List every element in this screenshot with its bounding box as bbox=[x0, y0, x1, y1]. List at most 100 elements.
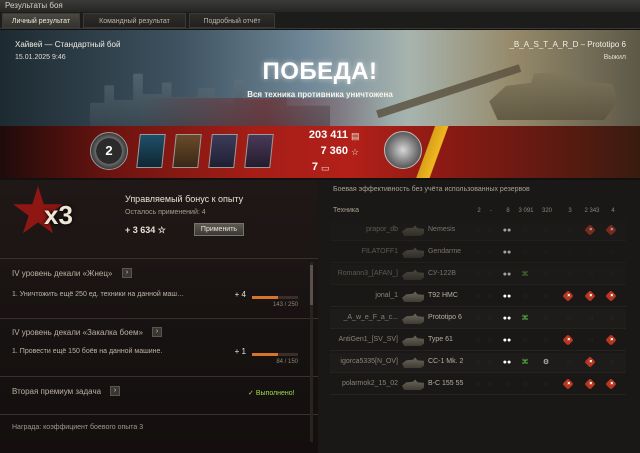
enemy-player-name: prapor_db bbox=[366, 226, 398, 233]
task-bonus: + 4 bbox=[234, 290, 246, 299]
damage-icon: ✦ bbox=[562, 290, 574, 302]
empty-stat-icon: ◌ bbox=[609, 359, 615, 366]
enemy-row[interactable]: _A_w_e_F_a_c... Prototipo 6 ◌ ◌ ●● ⌘ ◌ ◌ ◌ ◌ bbox=[330, 309, 626, 329]
empty-stat-icon: ◌ bbox=[609, 271, 615, 278]
empty-stat-icon: ◌ bbox=[487, 227, 493, 234]
empty-stat-icon: ◌ bbox=[475, 271, 481, 278]
spotted-icon: ●● bbox=[502, 337, 512, 344]
xp-star-icon: ☆ bbox=[351, 147, 360, 157]
hero-medal-icon[interactable] bbox=[136, 134, 166, 168]
task-progress-count: 143 / 250 bbox=[272, 302, 298, 308]
check-icon: ✓ bbox=[248, 390, 254, 397]
damage-icon: ✦ bbox=[562, 334, 574, 346]
enemy-player-name: FILATOFF1 bbox=[361, 248, 398, 255]
empty-stat-icon: ◌ bbox=[588, 315, 594, 322]
credits-icon: ▤ bbox=[351, 131, 360, 141]
efficiency-column-header: 3 091 bbox=[518, 208, 534, 214]
spotted-icon: ●● bbox=[502, 249, 512, 256]
enemy-row[interactable]: Romann3_[AFAN_] СУ-122В ◌ ◌ ●● ⌘ ◌ ◌ ◌ ◌ bbox=[330, 265, 626, 285]
damage-icon: ✦ bbox=[605, 378, 617, 390]
enemy-tank-name: Prototipo 6 bbox=[428, 314, 462, 321]
enemy-row[interactable]: polarmok2_15_02 B-C 155 55 ◌ ◌ ◌ ◌ ◌ ✦ ✦ ✦ bbox=[330, 375, 626, 395]
spotted-icon: ●● bbox=[502, 271, 512, 278]
empty-stat-icon: ◌ bbox=[543, 271, 549, 278]
task-details-button[interactable]: › bbox=[122, 268, 132, 278]
enemy-row[interactable]: AntiGen1_[SV_SV] Type 61 ◌ ◌ ●● ◌ ◌ ✦ ◌ ✦ bbox=[330, 331, 626, 351]
empty-stat-icon: ◌ bbox=[487, 359, 493, 366]
window-title: Результаты боя bbox=[0, 0, 640, 12]
damage-icon: ✦ bbox=[584, 356, 596, 368]
tank-icon bbox=[402, 225, 424, 236]
empty-stat-icon: ◌ bbox=[522, 227, 528, 234]
rank-badge[interactable]: 2 bbox=[90, 132, 128, 170]
track-assist-icon: ⚙ bbox=[542, 359, 550, 366]
empty-stat-icon: ◌ bbox=[475, 337, 481, 344]
survival-status: Выжил bbox=[603, 54, 626, 61]
empty-stat-icon: ◌ bbox=[475, 315, 481, 322]
empty-stat-icon: ◌ bbox=[475, 227, 481, 234]
empty-stat-icon: ◌ bbox=[522, 337, 528, 344]
crew-xp-earned: 7 bbox=[311, 161, 318, 173]
banner-glow bbox=[140, 98, 390, 126]
enemy-row[interactable]: FILATOFF1 Gendarme ◌ ◌ ●● ◌ ◌ ◌ ◌ ◌ bbox=[330, 243, 626, 263]
task-progress-fill bbox=[252, 353, 278, 356]
enemy-tank-name: Type 61 bbox=[428, 336, 453, 343]
tank-icon bbox=[402, 291, 424, 302]
enemy-row[interactable]: igorca5335[N_OV] CC-1 Mk. 2 ◌ ◌ ●● ⌘ ⚙ ◌ ✦ ◌ bbox=[330, 353, 626, 373]
victory-title: ПОБЕДА! bbox=[262, 58, 378, 85]
empty-stat-icon: ◌ bbox=[543, 293, 549, 300]
tab-team-result[interactable]: Командный результат bbox=[83, 13, 186, 28]
chevron-medal-icon[interactable] bbox=[208, 134, 238, 168]
assist-icon: ⌘ bbox=[521, 271, 529, 278]
sniper-medal-icon[interactable] bbox=[172, 134, 202, 168]
assist-icon: ⌘ bbox=[521, 315, 529, 322]
task-details-button[interactable]: › bbox=[152, 327, 162, 337]
scrollbar-thumb[interactable] bbox=[310, 265, 313, 305]
tab-personal-result[interactable]: Личный результат bbox=[2, 13, 80, 28]
efficiency-column-header: 4 bbox=[611, 208, 615, 214]
premium-task-details-button[interactable]: › bbox=[110, 386, 120, 396]
task-progress-fill bbox=[252, 296, 279, 299]
damage-icon: ✦ bbox=[605, 290, 617, 302]
empty-stat-icon: ◌ bbox=[522, 249, 528, 256]
task-bonus: + 1 bbox=[234, 347, 246, 356]
spotted-icon: ●● bbox=[502, 227, 512, 234]
reward-label: Награда: коэффициент боевого опыта 3 bbox=[12, 424, 144, 431]
crossed-guns-medal-icon[interactable] bbox=[244, 134, 274, 168]
task-progress-bar bbox=[252, 353, 298, 356]
empty-stat-icon: ◌ bbox=[475, 249, 481, 256]
enemy-player-name: igorca5335[N_OV] bbox=[340, 358, 398, 365]
player-tank-label: _B_A_S_T_A_R_D – Prototipo 6 bbox=[509, 40, 626, 49]
empty-stat-icon: ◌ bbox=[566, 249, 572, 256]
empty-stat-icon: ◌ bbox=[588, 271, 594, 278]
enemy-player-name: polarmok2_15_02 bbox=[341, 380, 398, 387]
divider bbox=[0, 376, 318, 377]
tank-icon bbox=[402, 379, 424, 390]
empty-stat-icon: ◌ bbox=[487, 249, 493, 256]
apply-bonus-button[interactable]: Применить bbox=[194, 223, 244, 236]
empty-stat-icon: ◌ bbox=[566, 315, 572, 322]
enemy-row[interactable]: prapor_db Nemesis ◌ ◌ ●● ◌ ◌ ◌ ✦ ✦ bbox=[330, 221, 626, 241]
task-progress-count: 84 / 150 bbox=[276, 359, 298, 365]
empty-stat-icon: ◌ bbox=[566, 359, 572, 366]
empty-stat-icon: ◌ bbox=[543, 381, 549, 388]
empty-stat-icon: ◌ bbox=[487, 271, 493, 278]
empty-stat-icon: ◌ bbox=[522, 293, 528, 300]
enemy-tank-name: СУ-122В bbox=[428, 270, 456, 277]
assist-icon: ⌘ bbox=[521, 359, 529, 366]
xp-earned: 7 360 bbox=[320, 145, 348, 157]
bonus-multiplier: x3 bbox=[44, 200, 73, 230]
tank-image bbox=[489, 71, 618, 120]
enemy-tank-name: B-C 155 55 bbox=[428, 380, 464, 387]
tab-detailed-report[interactable]: Подробный отчёт bbox=[189, 13, 275, 28]
empty-stat-icon: ◌ bbox=[487, 293, 493, 300]
efficiency-column-header: 320 bbox=[541, 208, 552, 214]
damage-icon: ✦ bbox=[605, 334, 617, 346]
tech-column-header: Техника bbox=[333, 207, 360, 214]
empty-stat-icon: ◌ bbox=[487, 381, 493, 388]
empty-stat-icon: ◌ bbox=[487, 315, 493, 322]
bonus-value: + 3 634 ☆ bbox=[125, 225, 166, 235]
tank-class-badge-icon[interactable] bbox=[384, 131, 422, 169]
empty-stat-icon: ◌ bbox=[588, 337, 594, 344]
enemy-row[interactable]: jonal_1 T92 HMC ◌ ◌ ●● ◌ ◌ ✦ ✦ ✦ bbox=[330, 287, 626, 307]
